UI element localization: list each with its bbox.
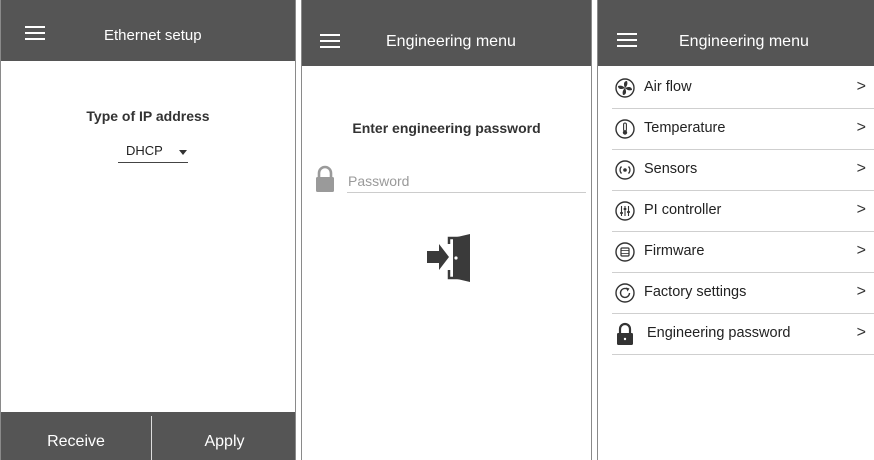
fan-icon (615, 78, 635, 98)
chevron-right-icon: > (856, 119, 866, 136)
ethernet-topbar: Ethernet setup (1, 0, 295, 61)
dropdown-caret-icon (179, 150, 187, 155)
receive-button[interactable]: Receive (1, 412, 151, 460)
sliders-icon (615, 201, 635, 221)
chevron-right-icon: > (856, 160, 866, 177)
menu-item-firmware[interactable]: Firmware > (612, 232, 874, 273)
menu-item-air-flow[interactable]: Air flow > (612, 68, 874, 109)
engineering-menu-panel: Engineering menu Air flow > Temperature … (597, 0, 874, 460)
menu-item-label: Firmware (644, 243, 705, 259)
chevron-right-icon: > (856, 283, 866, 300)
password-input[interactable] (347, 170, 586, 193)
login-door-icon[interactable] (425, 234, 471, 282)
menu-icon[interactable] (617, 33, 637, 48)
reset-icon (615, 283, 635, 303)
chip-icon (615, 242, 635, 262)
chevron-right-icon: > (856, 324, 866, 341)
engineering-menu-topbar: Engineering menu (598, 0, 874, 66)
ip-type-dropdown[interactable]: DHCP (118, 140, 188, 163)
ip-type-value: DHCP (126, 143, 163, 158)
menu-item-temperature[interactable]: Temperature > (612, 109, 874, 150)
password-screen-title: Engineering menu (386, 33, 516, 50)
engineering-password-panel: Engineering menu Enter engineering passw… (301, 0, 592, 460)
menu-icon[interactable] (25, 26, 45, 41)
menu-item-factory-settings[interactable]: Factory settings > (612, 273, 874, 314)
menu-item-label: Temperature (644, 120, 726, 136)
menu-item-label: PI controller (644, 202, 722, 218)
menu-item-sensors[interactable]: Sensors > (612, 150, 874, 191)
password-prompt: Enter engineering password (352, 120, 541, 136)
menu-icon[interactable] (320, 34, 340, 49)
lock-icon (617, 322, 633, 345)
engineering-menu-title: Engineering menu (679, 33, 809, 50)
menu-item-label: Sensors (644, 161, 698, 177)
chevron-right-icon: > (856, 78, 866, 95)
menu-item-pi-controller[interactable]: PI controller > (612, 191, 874, 232)
ip-type-label: Type of IP address (86, 108, 210, 124)
ethernet-action-bar: Receive Apply (1, 412, 295, 460)
menu-item-label: Engineering password (647, 325, 791, 341)
menu-item-engineering-password[interactable]: Engineering password > (612, 314, 874, 355)
menu-item-label: Factory settings (644, 284, 747, 300)
ethernet-title: Ethernet setup (104, 27, 202, 44)
menu-item-label: Air flow (644, 79, 692, 95)
thermometer-icon (615, 119, 635, 139)
ethernet-setup-panel: Ethernet setup Type of IP address DHCP R… (0, 0, 296, 460)
chevron-right-icon: > (856, 242, 866, 259)
apply-button[interactable]: Apply (152, 412, 295, 460)
chevron-right-icon: > (856, 201, 866, 218)
lock-icon (316, 165, 334, 192)
sensor-icon (615, 160, 635, 180)
password-topbar: Engineering menu (302, 0, 591, 66)
engineering-menu-list: Air flow > Temperature > Sensors > PI co… (612, 68, 874, 355)
